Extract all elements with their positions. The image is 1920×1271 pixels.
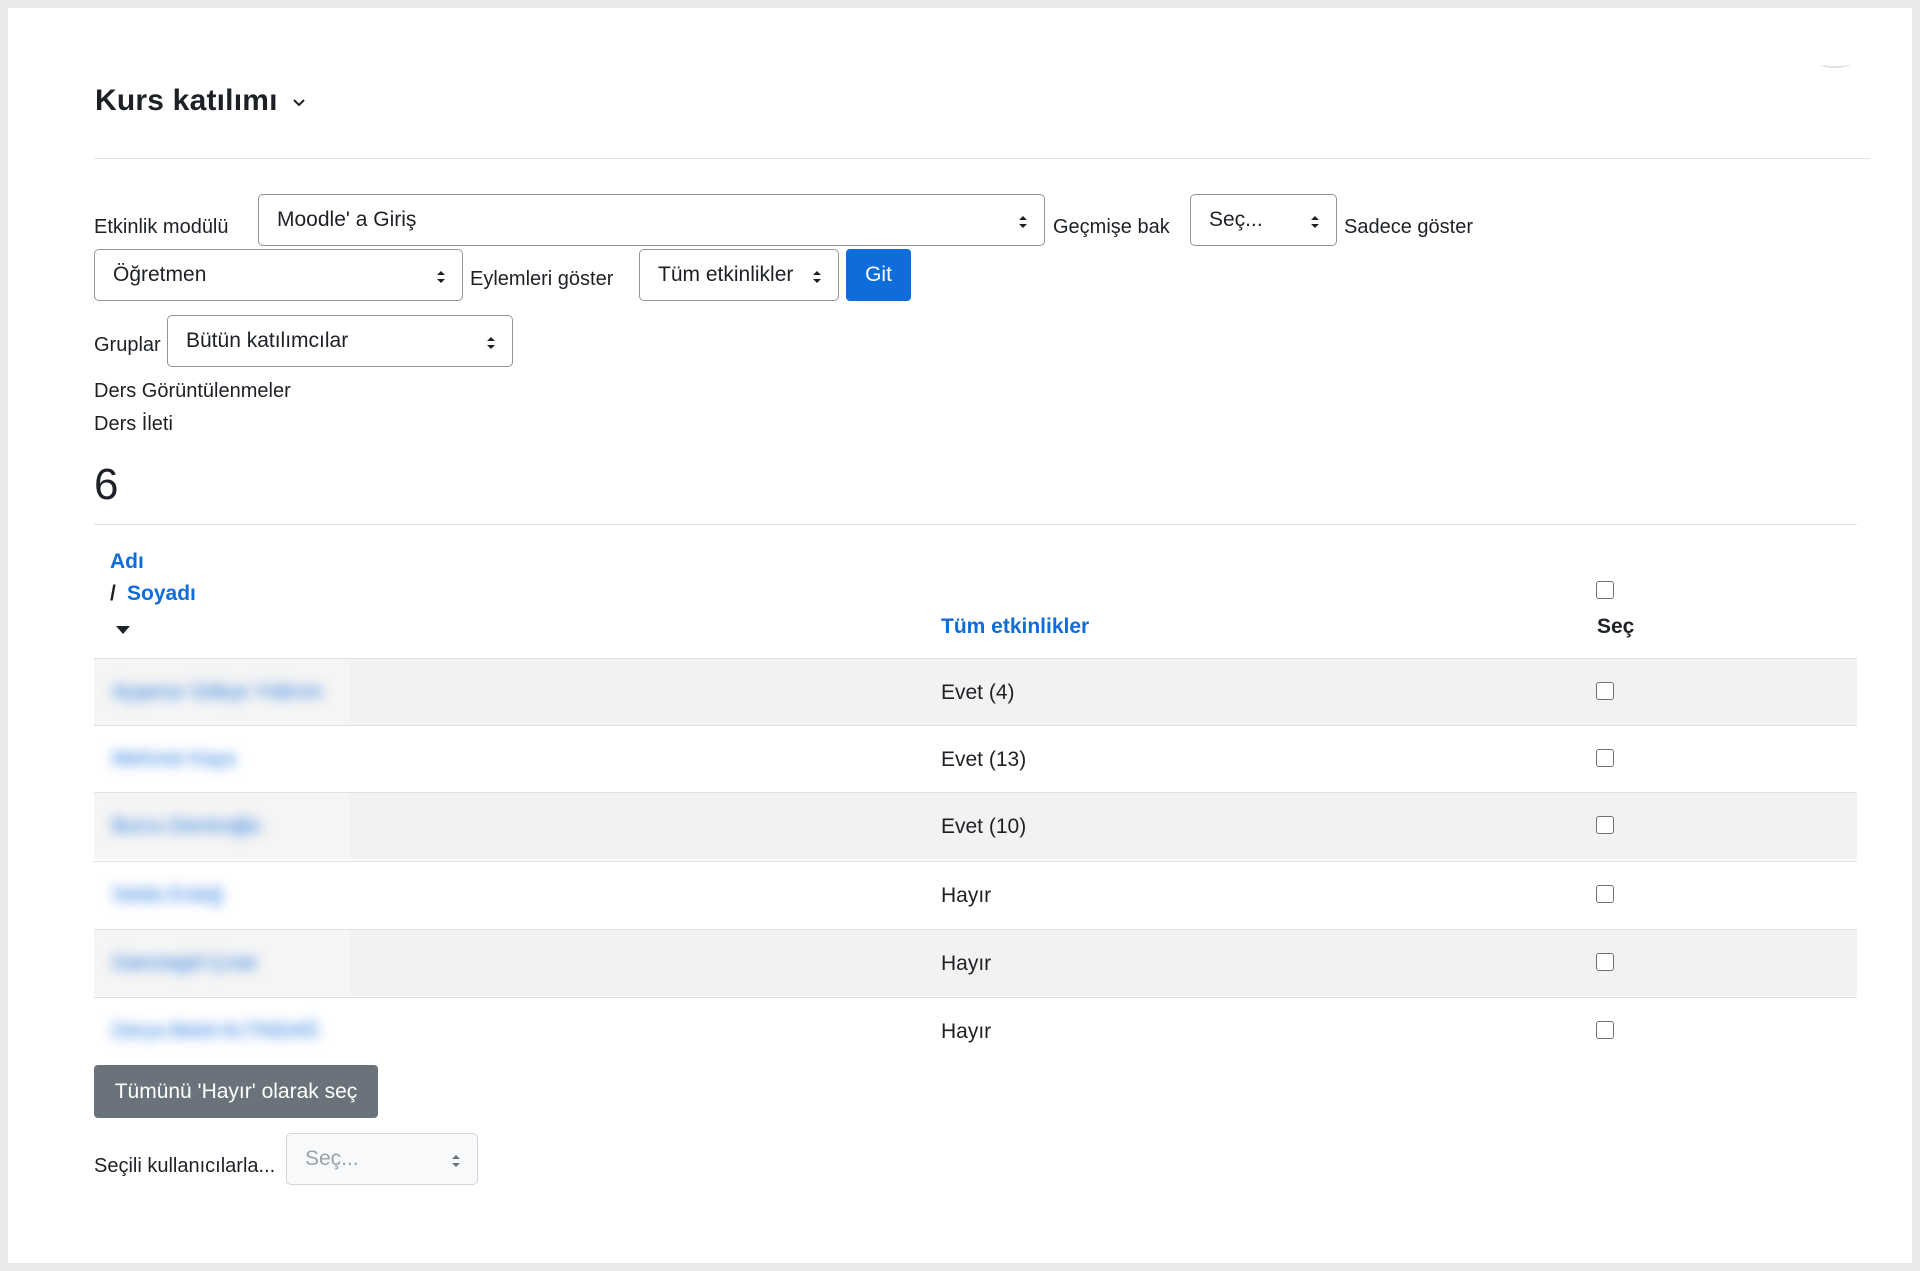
- name-cell: Selda Erdoğ: [94, 862, 350, 928]
- participation-status: Hayır: [941, 884, 992, 907]
- sort-last-name-link[interactable]: Soyadı: [127, 582, 196, 606]
- page-title: Kurs katılımı: [95, 84, 278, 117]
- name-cell: Gamzegül Çınar: [94, 930, 350, 996]
- participation-status: Evet (10): [941, 815, 1027, 838]
- table-row: Gamzegül Çınar Hayır: [94, 929, 1857, 996]
- participant-name-link[interactable]: Gamzegül Çınar: [112, 952, 258, 975]
- chevron-down-icon[interactable]: [292, 95, 306, 113]
- sort-desc-icon[interactable]: [116, 626, 130, 634]
- participant-count: 6: [94, 460, 119, 509]
- row-select-checkbox[interactable]: [1596, 1021, 1614, 1039]
- select-arrows-icon: [486, 333, 496, 349]
- count-divider: [94, 524, 1857, 525]
- page-header: Kurs katılımı: [95, 84, 306, 118]
- show-actions-label: Eylemleri göster: [470, 268, 614, 290]
- select-arrows-icon: [451, 1151, 461, 1167]
- with-selected-label: Seçili kullanıcılarla...: [94, 1155, 276, 1177]
- participation-status: Hayır: [941, 1020, 992, 1043]
- history-value: Seç...: [1209, 208, 1263, 231]
- actions-select[interactable]: Tüm etkinlikler: [639, 249, 839, 301]
- table-row: Mehmet Kaya Evet (13): [94, 725, 1857, 792]
- select-arrows-icon: [436, 267, 446, 283]
- history-label: Geçmişe bak: [1053, 216, 1170, 238]
- select-all-no-button[interactable]: Tümünü 'Hayır' olarak seç: [94, 1065, 378, 1118]
- select-arrows-icon: [812, 267, 822, 283]
- participant-name-link[interactable]: Derya Betül ALTINDAĞ: [112, 1020, 319, 1043]
- header-divider: [94, 158, 1870, 159]
- sort-first-name-link[interactable]: Adı: [110, 550, 144, 574]
- activity-module-value: Moodle' a Giriş: [277, 208, 417, 231]
- row-select-checkbox[interactable]: [1596, 816, 1614, 834]
- name-cell: Burcu Demiroğlu: [94, 793, 350, 859]
- participant-name-link[interactable]: Burcu Demiroğlu: [112, 815, 261, 838]
- show-only-label: Sadece göster: [1344, 216, 1473, 238]
- select-column-header: Seç: [1597, 615, 1635, 638]
- activity-module-label: Etkinlik modülü: [94, 216, 229, 238]
- with-selected-value: Seç...: [305, 1147, 359, 1170]
- participation-status: Evet (4): [941, 681, 1015, 704]
- name-cell: Ayşenur Gökçe Yıldırım: [94, 659, 350, 725]
- with-selected-select[interactable]: Seç...: [286, 1133, 478, 1185]
- table-row: Burcu Demiroğlu Evet (10): [94, 792, 1857, 859]
- name-cell: Derya Betül ALTINDAĞ: [94, 998, 350, 1064]
- role-select[interactable]: Öğretmen: [94, 249, 463, 301]
- table-row: Derya Betül ALTINDAĞ Hayır: [94, 997, 1857, 1064]
- history-select[interactable]: Seç...: [1190, 194, 1337, 246]
- participant-name-link[interactable]: Selda Erdoğ: [112, 884, 222, 907]
- go-button[interactable]: Git: [846, 249, 911, 301]
- row-select-checkbox[interactable]: [1596, 885, 1614, 903]
- row-select-checkbox[interactable]: [1596, 749, 1614, 767]
- participation-status: Evet (13): [941, 748, 1027, 771]
- select-all-checkbox[interactable]: [1596, 581, 1614, 599]
- table-row: Selda Erdoğ Hayır: [94, 861, 1857, 928]
- actions-value: Tüm etkinlikler: [658, 263, 794, 286]
- participation-status: Hayır: [941, 952, 992, 975]
- user-menu-edge: [1820, 60, 1850, 68]
- row-select-checkbox[interactable]: [1596, 953, 1614, 971]
- groups-value: Bütün katılımcılar: [186, 329, 349, 352]
- name-separator: /: [110, 582, 116, 605]
- select-arrows-icon: [1018, 212, 1028, 228]
- all-activities-column-link[interactable]: Tüm etkinlikler: [941, 615, 1089, 639]
- groups-select[interactable]: Bütün katılımcılar: [167, 315, 513, 367]
- row-select-checkbox[interactable]: [1596, 682, 1614, 700]
- course-views-text: Ders Görüntülenmeler: [94, 380, 291, 402]
- table-row: Ayşenur Gökçe Yıldırım Evet (4): [94, 658, 1857, 725]
- groups-label: Gruplar: [94, 334, 161, 356]
- select-arrows-icon: [1310, 212, 1320, 228]
- participant-name-link[interactable]: Ayşenur Gökçe Yıldırım: [112, 681, 322, 704]
- page-card: Kurs katılımı Etkinlik modülü Moodle' a …: [8, 8, 1912, 1263]
- name-cell: Mehmet Kaya: [94, 726, 350, 792]
- participant-name-link[interactable]: Mehmet Kaya: [112, 748, 235, 771]
- course-posts-text: Ders İleti: [94, 413, 173, 435]
- role-value: Öğretmen: [113, 263, 207, 286]
- activity-module-select[interactable]: Moodle' a Giriş: [258, 194, 1045, 246]
